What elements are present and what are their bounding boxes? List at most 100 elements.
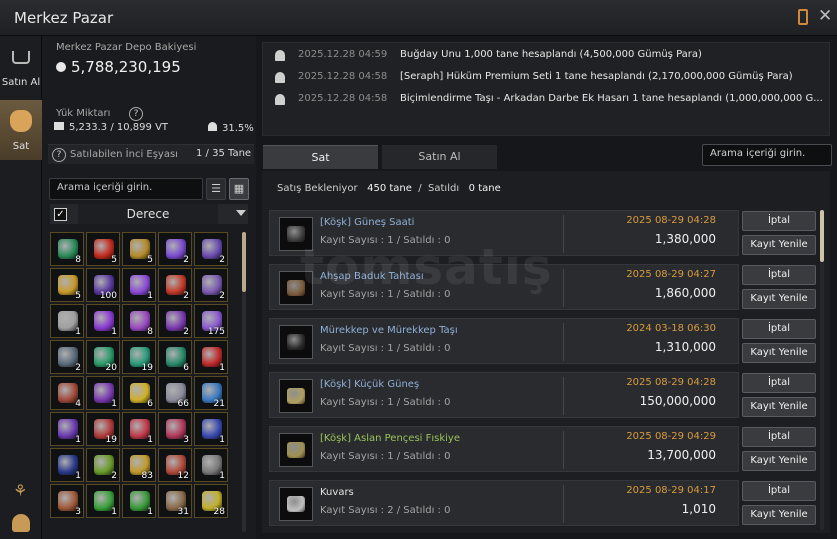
inventory-slot[interactable]: 66 (158, 376, 192, 410)
listing-price: 1,380,000 (654, 232, 716, 246)
inventory-scrollbar[interactable] (242, 232, 246, 292)
listing-search-input[interactable]: Arama içeriği girin. (702, 144, 832, 166)
inventory-slot[interactable]: 8 (50, 232, 84, 266)
inventory-slot[interactable]: 5 (122, 232, 156, 266)
inventory-slot[interactable]: 1 (86, 376, 120, 410)
inventory-search-input[interactable]: Arama içeriği girin. (49, 178, 203, 200)
weight-icon (208, 122, 217, 131)
listing-row[interactable]: Mürekkep ve Mürekkep Taşı Kayıt Sayısı : … (269, 318, 739, 364)
inventory-slot[interactable]: 1 (194, 412, 228, 446)
sort-dropdown[interactable]: Derece (78, 204, 218, 224)
inventory-slot[interactable]: 1 (194, 340, 228, 374)
inventory-slot[interactable]: 2 (158, 304, 192, 338)
listing-row[interactable]: [Köşk] Aslan Pençesi Fıskiye Kayıt Sayısı… (269, 426, 739, 472)
item-count: 1 (219, 363, 225, 373)
listing-thumbnail (279, 433, 313, 467)
divider (563, 323, 564, 361)
grid-view-button[interactable]: ▦ (229, 178, 249, 200)
inventory-slot[interactable]: 2 (50, 340, 84, 374)
balance-value: 5,788,230,195 (71, 58, 181, 76)
inventory-slot[interactable]: 3 (158, 412, 192, 446)
inventory-slot[interactable]: 2 (86, 448, 120, 482)
inventory-slot[interactable]: 8 (122, 304, 156, 338)
inventory-slot[interactable]: 5 (86, 232, 120, 266)
inventory-slot[interactable]: 6 (158, 340, 192, 374)
inventory-slot[interactable]: 1 (194, 448, 228, 482)
scale-icon (54, 122, 64, 130)
inventory-slot[interactable]: 1 (122, 412, 156, 446)
list-view-button[interactable]: ☰ (206, 178, 226, 200)
tab-buy[interactable]: Satın Al (382, 145, 497, 169)
mobile-icon[interactable] (798, 9, 808, 25)
cart-icon (12, 51, 30, 64)
divider (563, 431, 564, 469)
inventory-slot[interactable]: 28 (194, 484, 228, 518)
relist-button[interactable]: Kayıt Yenile (742, 451, 816, 471)
notification-text: Buğday Unu 1,000 tane hesaplandı (4,500,… (400, 49, 702, 60)
tree-icon[interactable]: ⚘ (13, 482, 29, 500)
item-count: 8 (147, 327, 153, 337)
info-icon[interactable]: ? (129, 107, 143, 121)
inventory-slot[interactable]: 83 (122, 448, 156, 482)
close-icon[interactable]: ✕ (818, 8, 832, 25)
inventory-slot[interactable]: 1 (122, 268, 156, 302)
inventory-slot[interactable]: 1 (50, 412, 84, 446)
inventory-slot[interactable]: 19 (122, 340, 156, 374)
inventory-slot[interactable]: 31 (158, 484, 192, 518)
character-icon[interactable] (12, 514, 30, 532)
relist-button[interactable]: Kayıt Yenile (742, 289, 816, 309)
listing-row[interactable]: Kuvars Kayıt Sayısı : 2 / Satıldı : 0 2025… (269, 480, 739, 526)
pearl-items-label: Satılabilen İnci Eşyası (70, 149, 178, 160)
inventory-slot[interactable]: 1 (50, 304, 84, 338)
inventory-slot[interactable]: 1 (122, 484, 156, 518)
cancel-button[interactable]: İptal (742, 481, 816, 501)
cancel-button[interactable]: İptal (742, 427, 816, 447)
tab-sell[interactable]: Sat (263, 145, 378, 169)
inventory-slot[interactable]: 2 (158, 268, 192, 302)
sold-count: 0 tane (468, 183, 501, 194)
inventory-slot[interactable]: 1 (50, 448, 84, 482)
divider (563, 485, 564, 523)
inventory-slot[interactable]: 5 (50, 268, 84, 302)
weight-percent-text: 31.5% (222, 123, 254, 134)
relist-button[interactable]: Kayıt Yenile (742, 397, 816, 417)
cancel-button[interactable]: İptal (742, 265, 816, 285)
inventory-slot[interactable]: 175 (194, 304, 228, 338)
sidebar-tab-buy[interactable]: Satın Al (0, 36, 42, 96)
listing-row[interactable]: [Köşk] Küçük Güneş Kayıt Sayısı : 1 / Sat… (269, 372, 739, 418)
inventory-slot[interactable]: 12 (158, 448, 192, 482)
inventory-slot[interactable]: 21 (194, 376, 228, 410)
weight-value-text: 5,233.3 / 10,899 VT (69, 122, 169, 133)
listing-date: 2025 08-29 04:17 (626, 485, 716, 496)
listing-scrollbar[interactable] (820, 210, 824, 262)
sale-status: Satış Bekleniyor 450 tane / Satıldı 0 ta… (277, 183, 501, 194)
inventory-slot[interactable]: 3 (50, 484, 84, 518)
info-icon[interactable]: ? (52, 148, 66, 162)
inventory-slot[interactable]: 2 (158, 232, 192, 266)
inventory-slot[interactable]: 19 (86, 412, 120, 446)
listing-name: [Köşk] Küçük Güneş (320, 379, 420, 390)
relist-button[interactable]: Kayıt Yenile (742, 343, 816, 363)
inventory-slot[interactable]: 6 (122, 376, 156, 410)
cancel-button[interactable]: İptal (742, 211, 816, 231)
inventory-slot[interactable]: 1 (86, 484, 120, 518)
sort-row: ✓ Derece (50, 204, 248, 224)
chevron-down-icon[interactable] (236, 210, 246, 216)
inventory-slot[interactable]: 1 (86, 304, 120, 338)
inventory-slot[interactable]: 2 (194, 268, 228, 302)
item-count: 6 (147, 399, 153, 409)
sort-checkbox[interactable]: ✓ (54, 208, 67, 221)
item-count: 1 (147, 291, 153, 301)
sidebar-tab-sell[interactable]: Sat (0, 100, 42, 160)
relist-button[interactable]: Kayıt Yenile (742, 505, 816, 525)
item-count: 3 (183, 435, 189, 445)
listing-thumbnail (279, 379, 313, 413)
inventory-slot[interactable]: 2 (194, 232, 228, 266)
cancel-button[interactable]: İptal (742, 319, 816, 339)
inventory-slot[interactable]: 100 (86, 268, 120, 302)
pending-count: 450 tane (367, 183, 412, 194)
cancel-button[interactable]: İptal (742, 373, 816, 393)
inventory-slot[interactable]: 20 (86, 340, 120, 374)
relist-button[interactable]: Kayıt Yenile (742, 235, 816, 255)
inventory-slot[interactable]: 4 (50, 376, 84, 410)
